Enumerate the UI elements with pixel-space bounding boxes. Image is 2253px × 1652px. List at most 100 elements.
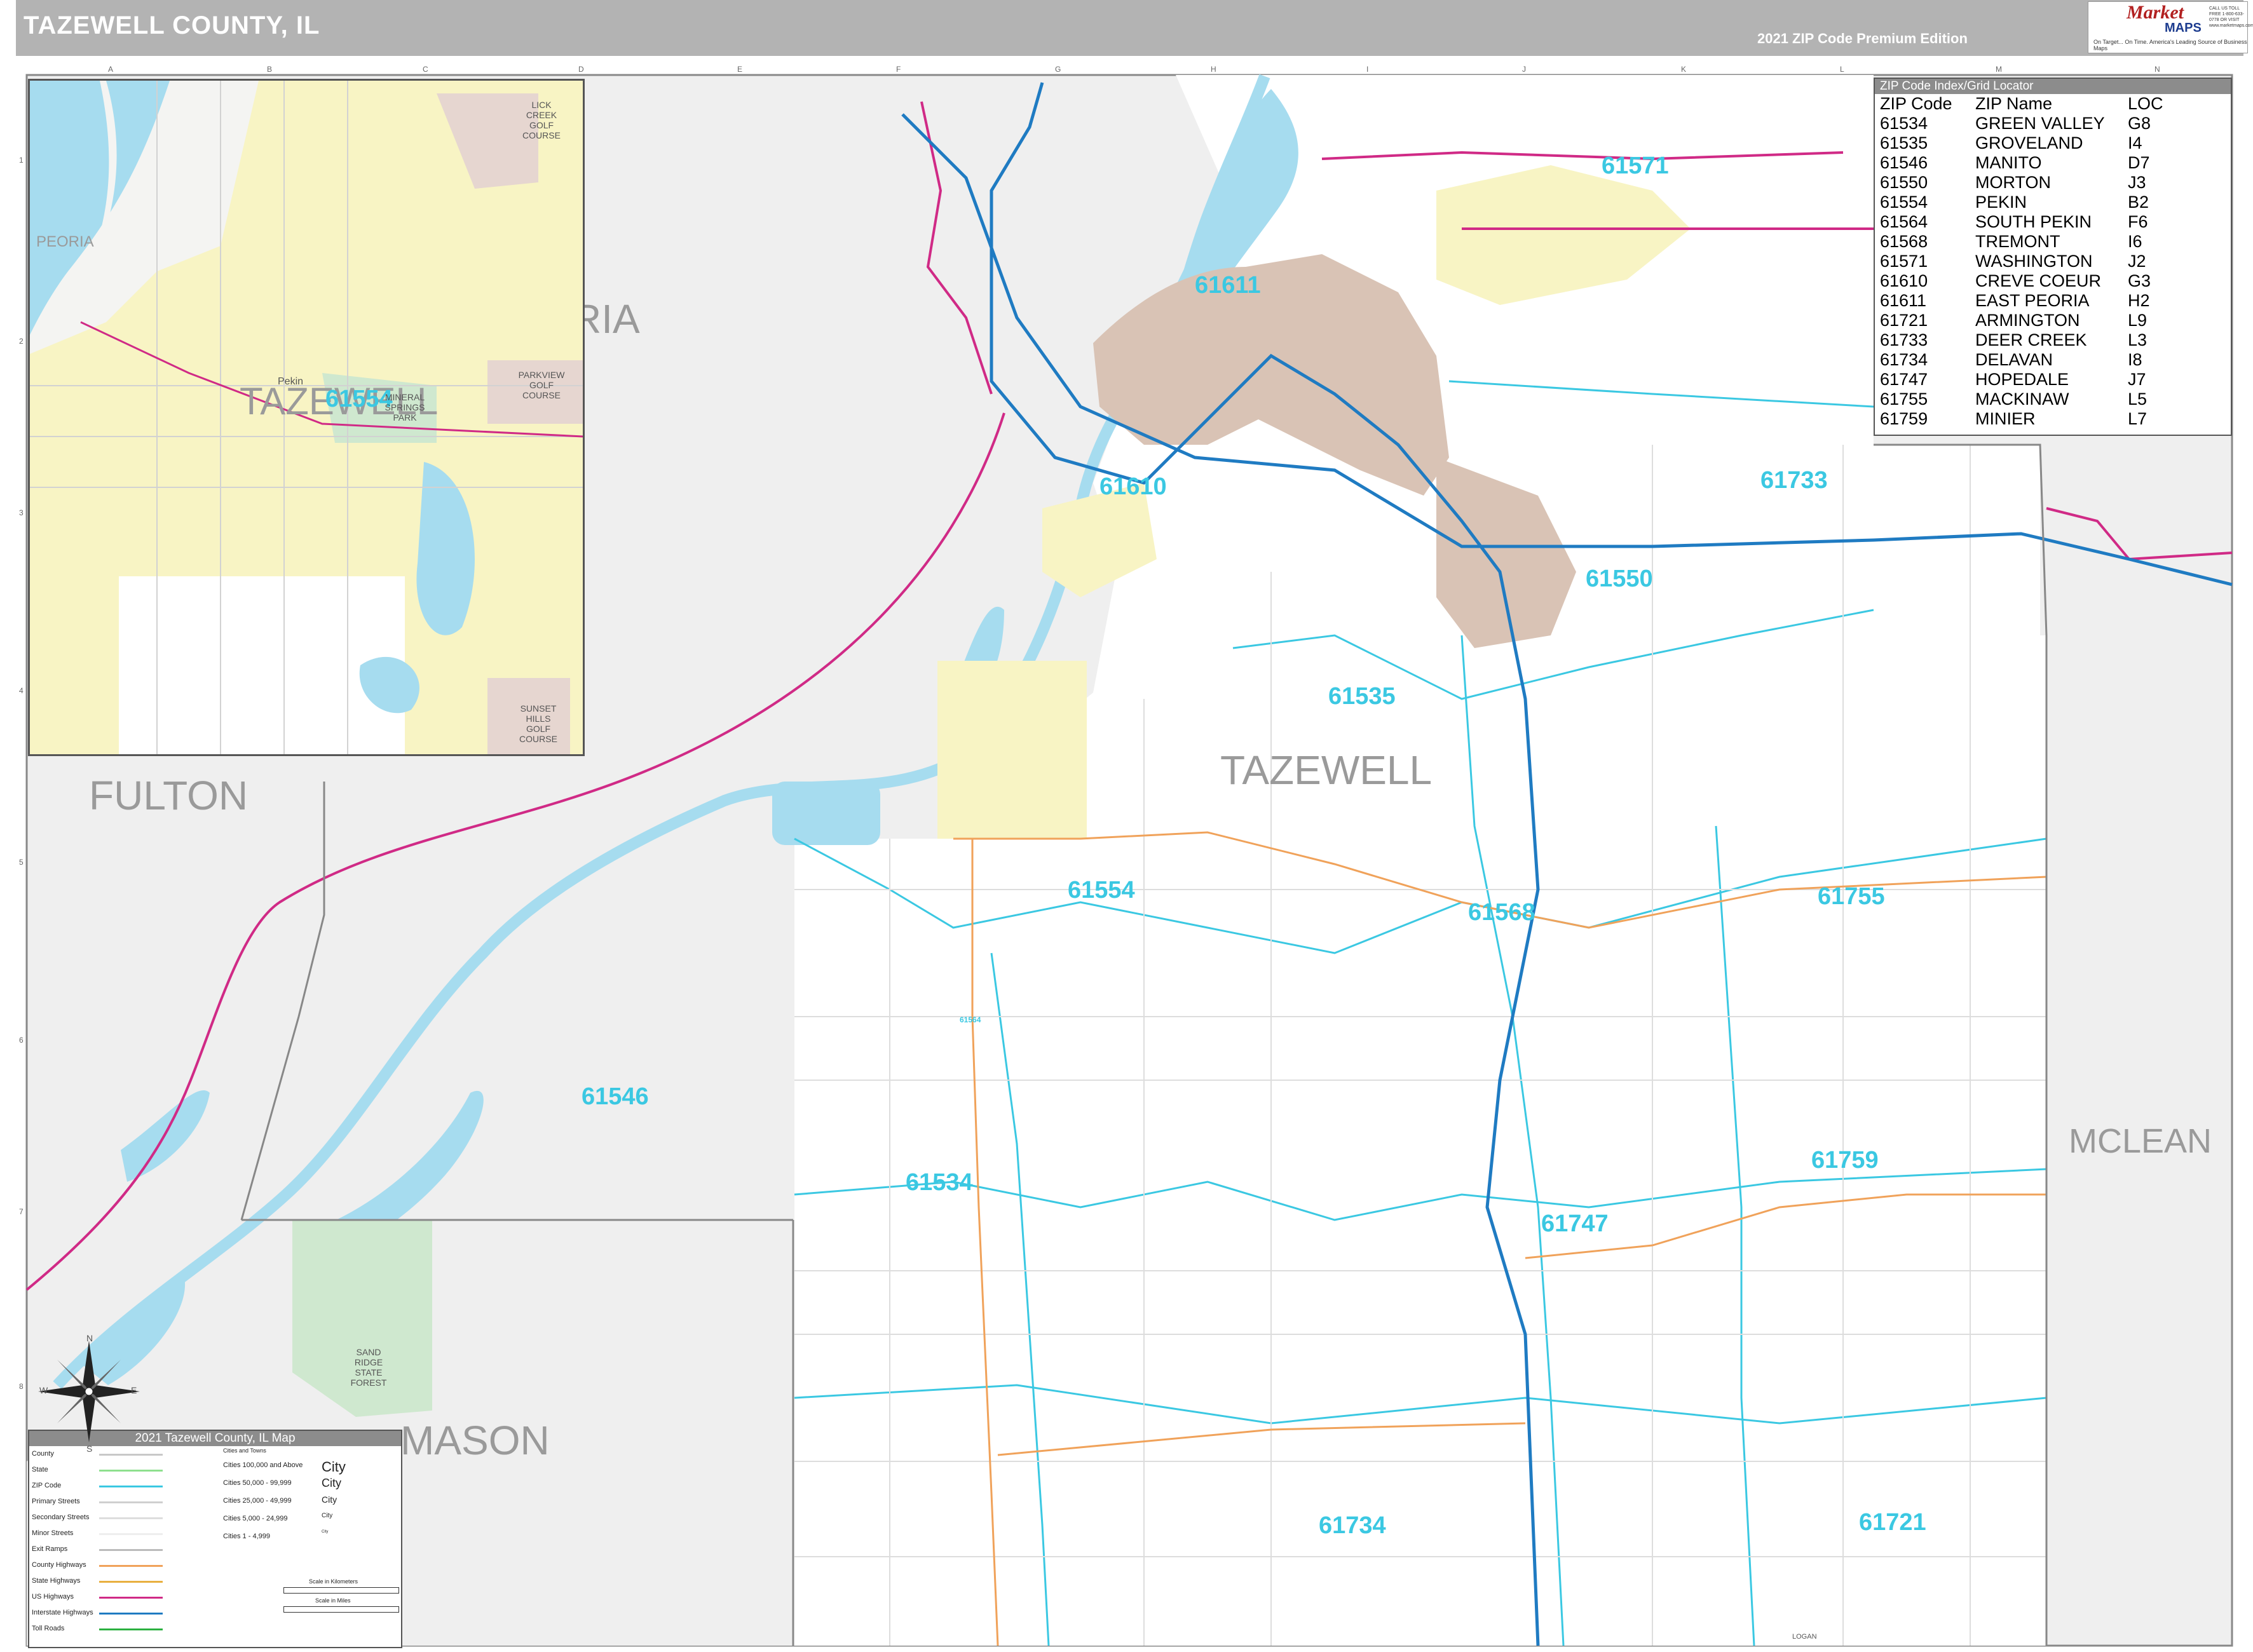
legend-cities-header: Cities and Towns (223, 1447, 266, 1454)
parkview-label: PARKVIEW GOLF COURSE (518, 370, 565, 400)
zip-index-code: 61755 (1880, 389, 1928, 409)
grid-col-i: I (1366, 65, 1369, 74)
map-legend: 2021 Tazewell County, IL Map County State… (28, 1430, 402, 1648)
zip-index-loc: J7 (2128, 370, 2146, 389)
grid-col-j: J (1522, 65, 1526, 74)
grid-row-8: 8 (19, 1382, 24, 1391)
zip-index-loc: B2 (2128, 193, 2149, 212)
zip-index-row: 61550 MORTON J3 (1875, 173, 2231, 193)
grid-col-l: L (1840, 65, 1844, 74)
mineral-springs-label: MINERAL SPRINGS PARK (385, 392, 425, 423)
legend-swatch (99, 1470, 163, 1472)
zip-index-name: GREEN VALLEY (1975, 114, 2105, 133)
legend-label: Primary Streets (32, 1498, 80, 1505)
zip-index-code: 61546 (1880, 153, 1928, 172)
county-label-mclean: MCLEAN (2069, 1122, 2212, 1160)
grid-row-2: 2 (19, 337, 24, 346)
legend-city-sample: City (322, 1477, 341, 1489)
compass-e: E (131, 1385, 137, 1395)
zip-label-61721: 61721 (1859, 1509, 1926, 1536)
grid-col-g: G (1055, 65, 1061, 74)
zip-label-61611: 61611 (1195, 272, 1261, 299)
scale-mi-bar (283, 1606, 399, 1613)
legend-city-size: Cities 50,000 - 99,999 (223, 1479, 292, 1487)
zip-label-61759: 61759 (1811, 1147, 1879, 1174)
legend-swatch (99, 1597, 163, 1599)
grid-col-n: N (2154, 65, 2160, 74)
legend-swatch (99, 1613, 163, 1615)
grid-row-7: 7 (19, 1207, 24, 1216)
zip-index-row: 61747 HOPEDALE J7 (1875, 370, 2231, 389)
zip-index-row: 61734 DELAVAN I8 (1875, 350, 2231, 370)
zip-index-loc: H2 (2128, 291, 2150, 310)
zip-index-row: 61564 SOUTH PEKIN F6 (1875, 212, 2231, 232)
zip-index-code: 61550 (1880, 173, 1928, 192)
zip-index-loc: G3 (2128, 271, 2151, 290)
zip-label-61734: 61734 (1319, 1512, 1386, 1539)
county-label-tazewell: TAZEWELL (1220, 747, 1433, 793)
scale-km-label: Scale in Kilometers (309, 1578, 358, 1585)
zip-label-61554: 61554 (1068, 877, 1135, 904)
legend-swatch (99, 1501, 163, 1503)
inset-county-peoria: PEORIA (36, 233, 94, 250)
zip-index-loc: I8 (2128, 350, 2142, 369)
zip-label-61564: 61564 (960, 1015, 981, 1024)
legend-city-size: Cities 5,000 - 24,999 (223, 1515, 288, 1522)
grid-row-1: 1 (19, 156, 24, 165)
zip-index-code: 61535 (1880, 133, 1928, 152)
zip-index-loc: L7 (2128, 409, 2147, 428)
zip-index-code: 61721 (1880, 311, 1928, 330)
compass-rose (38, 1341, 140, 1442)
grid-col-k: K (1681, 65, 1687, 74)
lick-creek-label: LICK CREEK GOLF COURSE (522, 100, 561, 140)
legend-label: Toll Roads (32, 1625, 65, 1632)
legend-city-size: Cities 25,000 - 49,999 (223, 1497, 292, 1505)
grid-row-4: 4 (19, 686, 24, 695)
legend-swatch (99, 1565, 163, 1567)
zip-index-row: 61733 DEER CREEK L3 (1875, 330, 2231, 350)
zip-index-row: 61755 MACKINAW L5 (1875, 389, 2231, 409)
legend-swatch (99, 1628, 163, 1630)
zip-label-61550: 61550 (1586, 565, 1653, 592)
zip-label-61733: 61733 (1760, 467, 1828, 494)
sand-ridge-label: SAND RIDGE STATE FOREST (350, 1347, 387, 1388)
zip-index-title: ZIP Code Index/Grid Locator (1875, 79, 2231, 94)
zip-index-loc: J2 (2128, 252, 2146, 271)
zip-index-rows: 61534 GREEN VALLEY G8 61535 GROVELAND I4 61546… (1875, 114, 2231, 429)
zip-index-name: MINIER (1975, 409, 2036, 428)
zip-index-row: 61721 ARMINGTON L9 (1875, 311, 2231, 330)
county-label-mason: MASON (400, 1418, 550, 1463)
legend-city-size: Cities 100,000 and Above (223, 1461, 303, 1469)
zip-label-61747: 61747 (1541, 1210, 1609, 1237)
zip-index-loc: I4 (2128, 133, 2142, 152)
legend-swatch (99, 1549, 163, 1551)
zip-index-header-code: ZIP Code (1880, 94, 1952, 113)
zip-index-row: 61554 PEKIN B2 (1875, 193, 2231, 212)
zip-index-code: 61610 (1880, 271, 1928, 290)
zip-index-header-row: ZIP Code ZIP Name LOC (1875, 94, 2231, 114)
zip-index-code: 61733 (1880, 330, 1928, 349)
legend-city-sample: City (322, 1530, 329, 1534)
zip-index-code: 61734 (1880, 350, 1928, 369)
legend-label: State (32, 1466, 48, 1473)
legend-city-sample: City (322, 1512, 333, 1519)
zip-index-loc: L9 (2128, 311, 2147, 330)
zip-index-code: 61564 (1880, 212, 1928, 231)
zip-index-name: SOUTH PEKIN (1975, 212, 2092, 231)
zip-index-name: EAST PEORIA (1975, 291, 2090, 310)
zip-index-name: WASHINGTON (1975, 252, 2093, 271)
pekin-inset-map[interactable]: TAZEWELL PEORIA 61554 LICK CREEK GOLF CO… (28, 79, 585, 756)
zip-index-code: 61747 (1880, 370, 1928, 389)
zip-label-61571: 61571 (1602, 152, 1669, 179)
legend-city-sample: City (322, 1494, 337, 1505)
zip-index-row: 61611 EAST PEORIA H2 (1875, 291, 2231, 311)
pekin-urban-main (937, 661, 1087, 839)
zip-index-loc: L5 (2128, 389, 2147, 409)
zip-index-loc: G8 (2128, 114, 2151, 133)
grid-col-e: E (737, 65, 743, 74)
grid-col-c: C (423, 65, 428, 74)
zip-label-61568: 61568 (1468, 899, 1535, 926)
legend-label: County (32, 1450, 54, 1458)
legend-label: US Highways (32, 1593, 74, 1601)
grid-col-d: D (578, 65, 584, 74)
